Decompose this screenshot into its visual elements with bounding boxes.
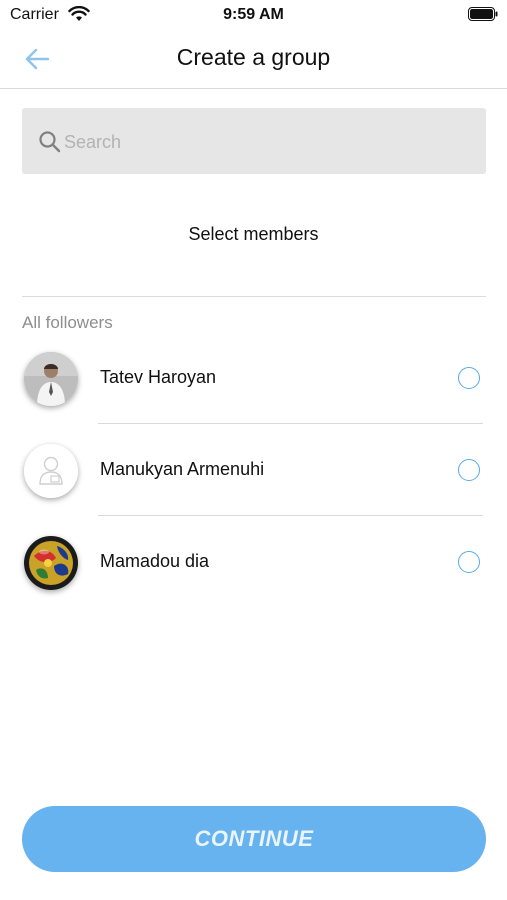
member-name: Mamadou dia bbox=[100, 551, 210, 571]
page-title: Create a group bbox=[176, 44, 331, 70]
divider bbox=[22, 296, 486, 297]
search-icon bbox=[39, 131, 61, 153]
divider bbox=[98, 515, 483, 516]
battery-icon bbox=[468, 7, 498, 21]
person-photo-icon bbox=[24, 352, 78, 406]
divider bbox=[98, 423, 483, 424]
select-members-heading: Select members bbox=[188, 224, 319, 244]
list-item-member[interactable]: Mamadou dia bbox=[0, 536, 507, 628]
avatar bbox=[24, 444, 78, 498]
member-name: Tatev Haroyan bbox=[100, 367, 217, 387]
status-bar: Carrier 9:59 AM bbox=[0, 0, 507, 30]
select-radio[interactable] bbox=[458, 551, 480, 573]
avatar bbox=[24, 536, 78, 590]
member-name: Manukyan Armenuhi bbox=[100, 459, 265, 479]
avatar bbox=[24, 352, 78, 406]
select-radio[interactable] bbox=[458, 459, 480, 481]
select-radio[interactable] bbox=[458, 367, 480, 389]
search-input[interactable] bbox=[62, 126, 476, 158]
search-bar[interactable] bbox=[22, 108, 486, 174]
clock: 9:59 AM bbox=[223, 6, 284, 23]
list-item-member[interactable]: Tatev Haroyan bbox=[0, 352, 507, 444]
navigation-header: Create a group bbox=[0, 30, 507, 89]
colorful-ball-icon bbox=[24, 536, 78, 590]
list-item-member[interactable]: Manukyan Armenuhi bbox=[0, 444, 507, 536]
person-placeholder-icon bbox=[24, 444, 78, 498]
section-label: All followers bbox=[22, 313, 113, 332]
continue-button[interactable]: CONTINUE bbox=[22, 806, 486, 872]
